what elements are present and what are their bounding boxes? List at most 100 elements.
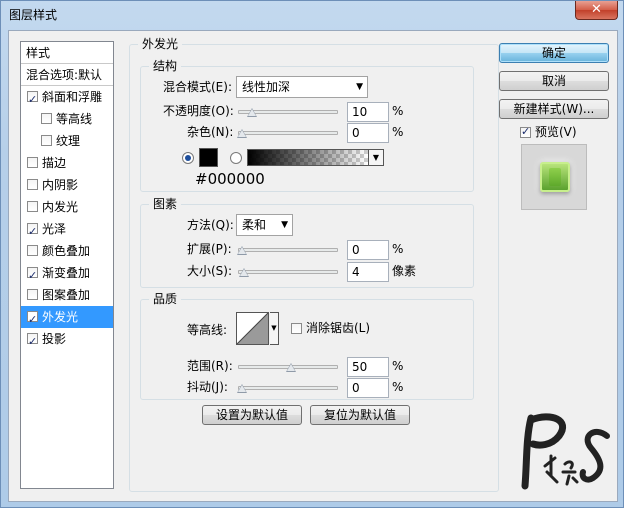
style-item-label: 投影 xyxy=(42,332,67,346)
close-button[interactable]: ✕ xyxy=(575,1,618,20)
glow-color-swatch[interactable] xyxy=(199,148,218,167)
cancel-button[interactable]: 取消 xyxy=(499,71,609,91)
opacity-unit: % xyxy=(392,104,404,118)
noise-unit: % xyxy=(392,125,404,139)
technique-select[interactable]: 柔和 ▼ xyxy=(236,214,293,236)
style-item-checkbox[interactable] xyxy=(27,265,38,287)
style-item-checkbox[interactable] xyxy=(41,113,52,124)
style-item-8[interactable]: 颜色叠加 xyxy=(21,240,113,262)
size-slider-thumb[interactable] xyxy=(238,268,249,277)
range-input[interactable]: 50 xyxy=(347,357,389,377)
glow-gradient-picker[interactable] xyxy=(247,149,369,166)
style-item-4[interactable]: 描边 xyxy=(21,152,113,174)
style-item-label: 渐变叠加 xyxy=(42,266,91,280)
blend-mode-value: 线性加深 xyxy=(242,80,291,94)
color-hex-value: #000000 xyxy=(195,170,265,188)
anti-alias-label: 消除锯齿(L) xyxy=(306,321,371,335)
styles-list-header[interactable]: 样式 xyxy=(21,42,113,64)
range-label: 范围(R): xyxy=(187,359,233,373)
style-item-checkbox[interactable] xyxy=(27,331,38,353)
ok-button[interactable]: 确定 xyxy=(499,43,609,63)
style-item-3[interactable]: 纹理 xyxy=(21,130,113,152)
style-item-1[interactable]: 斜面和浮雕 xyxy=(21,86,113,111)
size-input[interactable]: 4 xyxy=(347,262,389,282)
style-item-checkbox[interactable] xyxy=(27,221,38,243)
close-icon: ✕ xyxy=(591,2,602,17)
chevron-down-icon: ▼ xyxy=(271,324,277,332)
style-item-checkbox[interactable] xyxy=(27,201,38,212)
make-default-button[interactable]: 设置为默认值 xyxy=(202,405,302,425)
style-item-checkbox[interactable] xyxy=(27,89,38,111)
outer-glow-panel: 外发光 结构 混合模式(E): 线性加深 ▼ 不透明度(O): 10 % 杂色(… xyxy=(129,37,499,492)
style-item-11[interactable]: 外发光 xyxy=(21,306,113,331)
gradient-dropdown-button[interactable]: ▼ xyxy=(368,149,384,166)
technique-value: 柔和 xyxy=(242,218,267,232)
jitter-slider[interactable] xyxy=(237,384,338,393)
style-item-checkbox[interactable] xyxy=(27,157,38,168)
spread-unit: % xyxy=(392,242,404,256)
style-item-10[interactable]: 图案叠加 xyxy=(21,284,113,306)
opacity-input[interactable]: 10 xyxy=(347,102,389,122)
new-style-button[interactable]: 新建样式(W)... xyxy=(499,99,609,119)
technique-label: 方法(Q): xyxy=(187,218,234,232)
style-item-checkbox[interactable] xyxy=(27,245,38,256)
blend-mode-label: 混合模式(E): xyxy=(163,80,232,94)
elements-group: 图素 方法(Q): 柔和 ▼ 扩展(P): 0 % 大小(S): 4 像素 xyxy=(140,197,474,288)
style-item-2[interactable]: 等高线 xyxy=(21,108,113,130)
preview-checkbox[interactable] xyxy=(520,125,531,138)
noise-slider-thumb[interactable] xyxy=(237,129,247,138)
spread-slider-thumb[interactable] xyxy=(237,246,247,255)
spread-input[interactable]: 0 xyxy=(347,240,389,260)
contour-label: 等高线: xyxy=(187,323,228,337)
opacity-label: 不透明度(O): xyxy=(163,104,234,118)
style-item-7[interactable]: 光泽 xyxy=(21,218,113,243)
style-item-checkbox[interactable] xyxy=(27,179,38,190)
size-label: 大小(S): xyxy=(187,264,233,278)
structure-title: 结构 xyxy=(149,59,182,73)
style-item-label: 外发光 xyxy=(42,310,79,324)
style-preview-thumbnail xyxy=(521,144,587,210)
jitter-slider-thumb[interactable] xyxy=(237,384,247,393)
style-item-checkbox[interactable] xyxy=(27,289,38,300)
size-slider[interactable] xyxy=(238,268,338,277)
style-item-label: 等高线 xyxy=(56,112,93,126)
noise-slider[interactable] xyxy=(237,129,338,138)
size-unit: 像素 xyxy=(392,264,417,278)
style-item-label: 光泽 xyxy=(42,222,67,236)
reset-default-button[interactable]: 复位为默认值 xyxy=(310,405,410,425)
opacity-slider-thumb[interactable] xyxy=(246,108,257,117)
title-bar[interactable]: 图层样式 ✕ xyxy=(1,1,623,29)
structure-group: 结构 混合模式(E): 线性加深 ▼ 不透明度(O): 10 % 杂色(N): … xyxy=(140,59,474,192)
blending-options-item[interactable]: 混合选项:默认 xyxy=(21,64,113,86)
opacity-slider[interactable] xyxy=(238,108,338,117)
style-item-12[interactable]: 投影 xyxy=(21,328,113,353)
range-slider[interactable] xyxy=(238,363,338,372)
color-radio[interactable] xyxy=(182,152,194,164)
style-item-label: 图案叠加 xyxy=(42,288,91,302)
style-item-label: 颜色叠加 xyxy=(42,244,91,258)
blend-mode-select[interactable]: 线性加深 ▼ xyxy=(236,76,368,98)
contour-dropdown-button[interactable]: ▼ xyxy=(270,312,279,345)
style-item-label: 内发光 xyxy=(42,200,79,214)
spread-slider[interactable] xyxy=(237,246,338,255)
range-slider-thumb[interactable] xyxy=(286,363,296,372)
chevron-down-icon: ▼ xyxy=(372,153,380,162)
style-item-9[interactable]: 渐变叠加 xyxy=(21,262,113,287)
quality-group: 品质 等高线: ▼ 消除锯齿(L) 范围(R): 50 % 抖动(J): 0 % xyxy=(140,292,474,400)
style-item-checkbox[interactable] xyxy=(41,135,52,146)
dialog-title: 图层样式 xyxy=(9,8,58,22)
gradient-radio[interactable] xyxy=(230,152,242,164)
noise-input[interactable]: 0 xyxy=(347,123,389,143)
contour-picker[interactable] xyxy=(236,312,269,345)
jitter-input[interactable]: 0 xyxy=(347,378,389,398)
style-item-6[interactable]: 内发光 xyxy=(21,196,113,218)
spread-label: 扩展(P): xyxy=(187,242,232,256)
style-item-5[interactable]: 内阴影 xyxy=(21,174,113,196)
preview-swatch xyxy=(540,162,570,192)
preview-label: 预览(V) xyxy=(535,125,577,139)
anti-alias-checkbox[interactable] xyxy=(291,323,302,334)
style-item-checkbox[interactable] xyxy=(27,309,38,331)
chevron-down-icon: ▼ xyxy=(356,82,363,92)
range-unit: % xyxy=(392,359,404,373)
elements-title: 图素 xyxy=(149,197,182,211)
